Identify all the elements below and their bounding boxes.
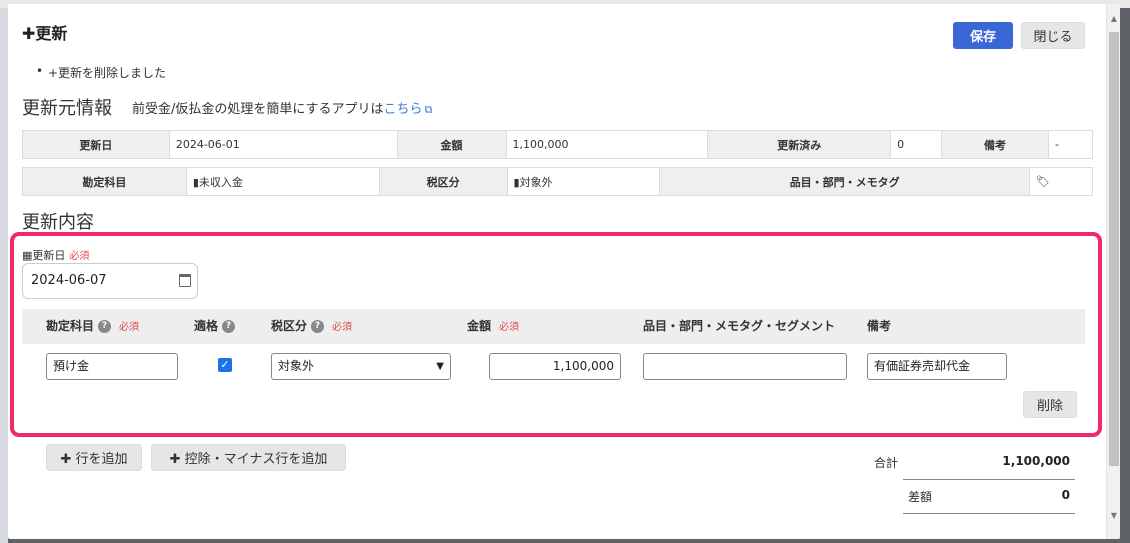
background-page [0, 8, 8, 543]
account-value: ▮未収入金 [185, 167, 380, 196]
chevron-down-icon: ▼ [436, 361, 444, 372]
delete-row-button[interactable]: 削除 [1023, 391, 1077, 418]
tags-value: 🏷 [1029, 167, 1093, 196]
update-content-heading: 更新内容 [22, 212, 94, 233]
amount-value: 1,100,000 [505, 130, 709, 159]
account-label: 勘定科目 [22, 167, 187, 196]
col-tags: 品目・部門・メモタグ・セグメント [643, 319, 836, 333]
add-row-button[interactable]: ✚ 行を追加 [46, 444, 142, 471]
close-button[interactable]: 閉じる [1021, 22, 1085, 49]
divider [903, 513, 1075, 514]
source-info-table-row2: 勘定科目 ▮未収入金 税区分 ▮対象外 品目・部門・メモタグ 🏷 [22, 167, 1093, 196]
update-date-label: ▦更新日 必須 [22, 247, 89, 263]
updated-label: 更新済み [707, 130, 892, 159]
update-date-value: 2024-06-07 [31, 273, 107, 288]
scroll-up-icon[interactable]: ▲ [1107, 12, 1120, 26]
tags-label: 品目・部門・メモタグ [659, 167, 1030, 196]
total-value: 1,100,000 [1002, 454, 1070, 468]
plus-icon: ✚ [169, 452, 181, 467]
update-date-input[interactable]: 2024-06-07 [22, 263, 198, 299]
tags-input[interactable] [643, 353, 847, 380]
account-input[interactable]: 預け金 [46, 353, 178, 380]
required-badge: 必須 [499, 322, 520, 333]
plus-icon: ✚ [60, 452, 72, 467]
updated-value: 0 [890, 130, 943, 159]
col-tax-label: 税区分 [271, 319, 308, 333]
update-date-label-text: 更新日 [32, 249, 66, 262]
add-minus-row-label: 控除・マイナス行を追加 [184, 452, 328, 467]
memo-label: 備考 [941, 130, 1049, 159]
status-message: +更新を削除しました [36, 64, 166, 81]
external-link-icon: ⧉ [424, 103, 433, 116]
scrollbar[interactable]: ▲ ▼ [1106, 4, 1120, 539]
amount-label: 金額 [396, 130, 507, 159]
entry-grid-header: 勘定科目? 必須 適格? 税区分? 必須 金額 必須 品目・部門・メモタグ・セグメント… [22, 309, 1085, 344]
scroll-thumb[interactable] [1109, 32, 1119, 466]
total-label: 合計 [874, 456, 899, 470]
note-text: 前受金/仮払金の処理を簡単にするアプリは [132, 102, 384, 117]
source-info-heading: 更新元情報 [22, 98, 112, 119]
col-tax: 税区分? 必須 [271, 309, 352, 345]
source-info-table-row1: 更新日 2024-06-01 金額 1,100,000 更新済み 0 備考 - [22, 130, 1094, 159]
app-link[interactable]: こちら [384, 102, 423, 117]
source-info-note: 前受金/仮払金の処理を簡単にするアプリはこちら ⧉ [132, 98, 432, 117]
required-badge: 必須 [332, 322, 353, 333]
add-minus-row-button[interactable]: ✚ 控除・マイナス行を追加 [151, 444, 346, 471]
help-icon[interactable]: ? [98, 320, 112, 333]
help-icon[interactable]: ? [222, 320, 236, 333]
col-fit-label: 適格 [194, 319, 219, 333]
required-badge: 必須 [69, 251, 90, 262]
scroll-down-icon[interactable]: ▼ [1107, 509, 1120, 523]
tax-label: 税区分 [378, 167, 508, 196]
amount-input[interactable]: 1,100,000 [489, 353, 621, 380]
tag-icon: 🏷 [1036, 175, 1050, 188]
col-account: 勘定科目? 必須 [46, 309, 139, 345]
memo-input[interactable]: 有価証券売却代金 [867, 353, 1007, 380]
required-badge: 必須 [119, 322, 140, 333]
tax-select[interactable]: 対象外 ▼ [271, 353, 451, 380]
tax-value: ▮対象外 [506, 167, 661, 196]
save-button[interactable]: 保存 [953, 22, 1013, 49]
col-account-label: 勘定科目 [46, 319, 95, 333]
update-modal: ✚更新 保存 閉じる +更新を削除しました 更新元情報 前受金/仮払金の処理を簡… [8, 4, 1120, 539]
date-label: 更新日 [22, 130, 170, 159]
date-value: 2024-06-01 [168, 130, 398, 159]
help-icon[interactable]: ? [311, 320, 325, 333]
fit-checkbox[interactable]: ✓ [218, 358, 232, 372]
add-row-label: 行を追加 [75, 452, 128, 467]
col-amount: 金額 必須 [467, 309, 519, 345]
col-fit: 適格? [194, 309, 236, 344]
modal-title: ✚更新 [22, 24, 68, 43]
memo-value: - [1047, 130, 1094, 159]
diff-value: 0 [1061, 488, 1070, 502]
tax-select-value: 対象外 [278, 359, 315, 373]
col-amount-label: 金額 [467, 319, 492, 333]
diff-label: 差額 [908, 490, 933, 504]
col-memo: 備考 [867, 319, 892, 333]
divider [903, 479, 1075, 480]
calendar-picker-icon[interactable] [179, 274, 191, 287]
calendar-icon: ▦ [22, 249, 33, 262]
